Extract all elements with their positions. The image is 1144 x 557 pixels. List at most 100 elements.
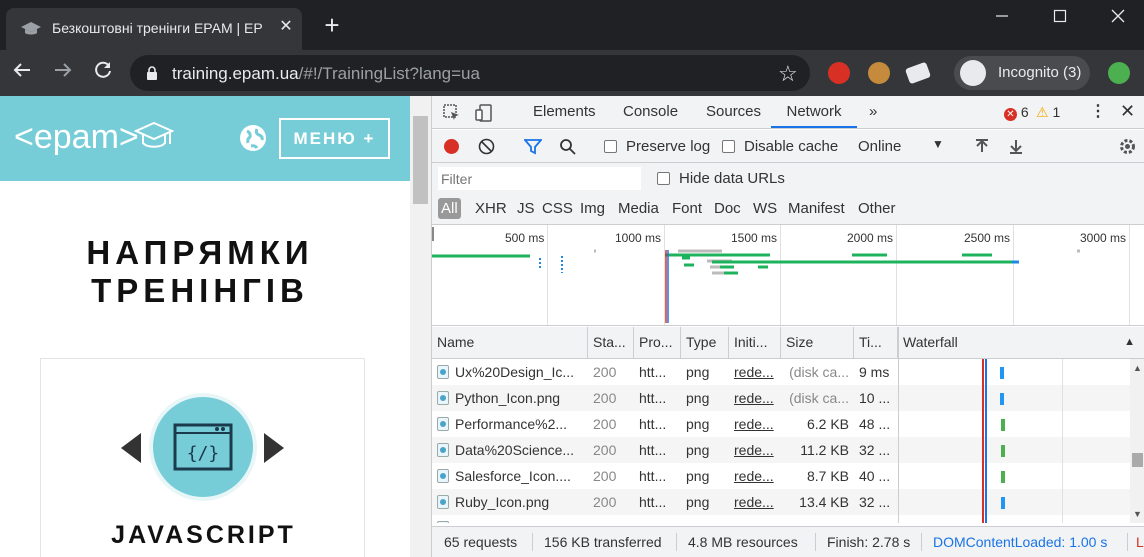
error-icon: ✕ [1004,108,1017,121]
maximize-button[interactable] [1040,4,1080,28]
waterfall-bar [1001,445,1005,457]
record-icon[interactable] [444,139,459,154]
more-tabs-button[interactable]: » [867,96,879,128]
back-button[interactable] [9,60,35,86]
section-title-line2: ТРЕНІНГІВ [91,272,309,309]
type-all[interactable]: All [438,198,461,219]
table-row[interactable]: C... 200 htt... png rede... 10.5 KB 34 ... [432,515,1130,523]
training-card[interactable]: {/} JAVASCRIPT [40,358,365,557]
type-xhr[interactable]: XHR [475,200,507,217]
hide-data-urls-checkbox[interactable] [657,172,670,185]
network-overview[interactable]: 500 ms 1000 ms 1500 ms 2000 ms 2500 ms 3… [432,225,1144,326]
browser-tab[interactable]: Безкоштовні тренінги EPAM | EP ✕ [6,8,302,50]
hand-extension-icon[interactable] [828,62,850,84]
menu-button[interactable]: МЕНЮ + [279,118,390,159]
export-har-icon[interactable] [1008,138,1024,155]
forward-button[interactable] [50,60,76,86]
bookmark-star-icon[interactable]: ☆ [778,61,798,87]
eraser-extension-icon[interactable] [904,61,932,85]
column-size[interactable]: Size [781,327,854,358]
table-row[interactable]: Ux%20Design_Ic... 200 htt... png rede... (dis… [432,359,1130,385]
cell-initiator[interactable]: rede... [729,489,781,515]
reload-button[interactable] [90,60,116,86]
cell-status: 200 [588,437,634,463]
column-waterfall[interactable]: Waterfall ▲ [898,327,1144,358]
column-status[interactable]: Sta... [588,327,634,358]
devtools-close-icon[interactable]: ✕ [1120,101,1135,122]
minimize-icon [996,15,1008,17]
clear-icon[interactable] [478,138,495,155]
tab-elements[interactable]: Elements [531,96,598,128]
carousel-next-icon[interactable] [264,433,284,463]
resource-type-filters: All XHR JS CSS Img Media Font Doc WS Man… [432,195,1144,225]
cell-initiator[interactable]: rede... [729,411,781,437]
filter-icon[interactable] [524,138,542,155]
close-window-button[interactable] [1098,4,1138,28]
minimize-button[interactable] [982,4,1022,28]
device-toolbar-icon[interactable] [474,103,494,123]
new-tab-button[interactable]: + [320,12,344,38]
import-har-icon[interactable] [974,138,990,155]
column-time[interactable]: Ti... [854,327,898,358]
cookie-extension-icon[interactable] [868,62,890,84]
graduation-cap-icon [134,121,174,148]
cell-initiator[interactable]: rede... [729,385,781,411]
cell-initiator[interactable]: rede... [729,463,781,489]
page-scrollbar[interactable] [410,96,431,557]
filter-input[interactable] [438,167,641,190]
table-row[interactable]: Performance%2... 200 htt... png rede... 6.2 K… [432,411,1130,437]
table-row[interactable]: Python_Icon.png 200 htt... png rede... (disk … [432,385,1130,411]
disable-cache-checkbox[interactable] [722,140,735,153]
url-text: training.epam.ua/#!/TrainingList?lang=ua [172,64,480,84]
tab-console[interactable]: Console [621,96,680,128]
cell-initiator[interactable]: rede... [729,437,781,463]
column-type[interactable]: Type [681,327,729,358]
throttling-dropdown-icon[interactable]: ▼ [932,137,944,151]
type-img[interactable]: Img [580,200,605,217]
tab-network[interactable]: Network [771,96,857,128]
tab-sources[interactable]: Sources [704,96,763,128]
table-row[interactable]: Salesforce_Icon.... 200 htt... png rede... 8.… [432,463,1130,489]
carousel-prev-icon[interactable] [121,433,141,463]
tab-close-icon[interactable]: ✕ [278,19,294,35]
network-settings-icon[interactable] [1118,137,1137,156]
type-other[interactable]: Other [858,200,896,217]
column-name[interactable]: Name [432,327,588,358]
scroll-up-icon[interactable]: ▲ [1133,363,1142,373]
type-css[interactable]: CSS [542,200,573,217]
inspect-element-icon[interactable] [442,103,462,123]
search-icon[interactable] [559,138,577,156]
type-manifest[interactable]: Manifest [788,200,845,217]
warning-count[interactable]: ⚠ 1 [1036,104,1060,121]
address-bar[interactable]: training.epam.ua/#!/TrainingList?lang=ua… [130,55,810,91]
error-count[interactable]: ✕ 6 [1004,104,1029,121]
incognito-profile-button[interactable]: Incognito (3) [954,56,1090,90]
cell-initiator[interactable]: rede... [729,359,781,385]
scroll-down-icon[interactable]: ▼ [1133,509,1142,519]
preserve-log-checkbox[interactable] [604,140,617,153]
type-js[interactable]: JS [517,200,535,217]
type-ws[interactable]: WS [753,200,777,217]
epam-logo[interactable]: <epam> [14,118,139,157]
column-initiator[interactable]: Initi... [729,327,781,358]
type-font[interactable]: Font [672,200,702,217]
type-media[interactable]: Media [618,200,659,217]
table-scroll-thumb[interactable] [1132,453,1143,467]
devtools-tab-bar: Elements Console Sources Network » ✕ 6 ⚠… [432,96,1144,129]
devtools-menu-icon[interactable]: ⋮ [1090,101,1106,121]
table-scrollbar[interactable]: ▲ ▼ [1130,359,1144,523]
throttling-select[interactable]: Online [858,138,901,155]
cell-initiator[interactable]: rede... [729,515,781,523]
cell-protocol-text: htt... [639,364,667,380]
update-icon[interactable] [1108,62,1130,84]
cell-time: 32 ... [854,437,898,463]
column-protocol[interactable]: Pro... [634,327,681,358]
devtools-panel: Elements Console Sources Network » ✕ 6 ⚠… [431,96,1144,557]
type-doc[interactable]: Doc [714,200,741,217]
globe-icon[interactable] [239,124,267,152]
cell-type-text: png [686,390,710,406]
table-row[interactable]: Data%20Science... 200 htt... png rede... 11.2… [432,437,1130,463]
table-row[interactable]: Ruby_Icon.png 200 htt... png rede... 13.4 KB 3… [432,489,1130,515]
sort-up-icon[interactable]: ▲ [1124,327,1135,358]
page-scroll-thumb[interactable] [413,116,428,204]
